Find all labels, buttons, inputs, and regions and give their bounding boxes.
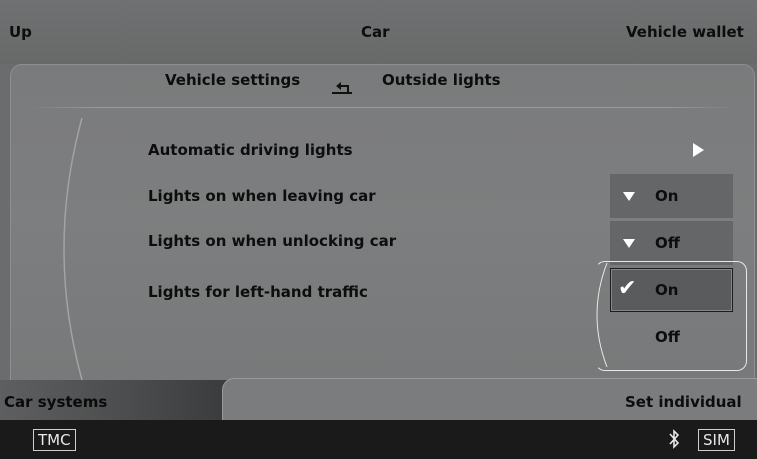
dropdown-value: On xyxy=(655,187,679,205)
submenu-arrow-icon[interactable] xyxy=(693,143,704,157)
row-automatic-driving-lights[interactable]: Automatic driving lights xyxy=(148,141,353,159)
row-lights-left-hand-traffic[interactable]: Lights for left-hand traffic xyxy=(148,283,368,301)
unlocking-car-dropdown[interactable]: Off xyxy=(610,221,733,265)
row-lights-leaving-car[interactable]: Lights on when leaving car xyxy=(148,187,376,205)
top-bar: Up Car Vehicle wallet xyxy=(0,0,757,64)
dropdown-arrow-icon xyxy=(623,192,635,201)
leaving-car-dropdown[interactable]: On xyxy=(610,174,733,218)
vehicle-wallet-button[interactable]: Vehicle wallet xyxy=(626,23,744,41)
row-lights-unlocking-car[interactable]: Lights on when unlocking car xyxy=(148,232,396,250)
breadcrumb-parent[interactable]: Vehicle settings xyxy=(165,71,300,89)
option-on[interactable]: On xyxy=(655,281,678,299)
status-bar xyxy=(0,420,757,459)
option-off[interactable]: Off xyxy=(655,328,680,346)
breadcrumb-current: Outside lights xyxy=(382,71,501,89)
checkmark-icon: ✔ xyxy=(618,276,637,301)
tmc-badge: TMC xyxy=(33,429,76,451)
car-systems-label[interactable]: Car systems xyxy=(4,393,107,411)
sim-badge: SIM xyxy=(698,429,735,451)
up-button[interactable]: Up xyxy=(9,23,32,41)
bluetooth-icon xyxy=(669,429,680,449)
set-individual-label[interactable]: Set individual xyxy=(625,393,742,411)
return-arrow-icon[interactable] xyxy=(326,80,356,96)
scroll-arc xyxy=(63,117,83,381)
dropdown-value: Off xyxy=(655,234,680,252)
page-title: Car xyxy=(361,23,390,41)
header-divider xyxy=(28,107,736,108)
dropdown-arrow-icon xyxy=(623,239,635,248)
